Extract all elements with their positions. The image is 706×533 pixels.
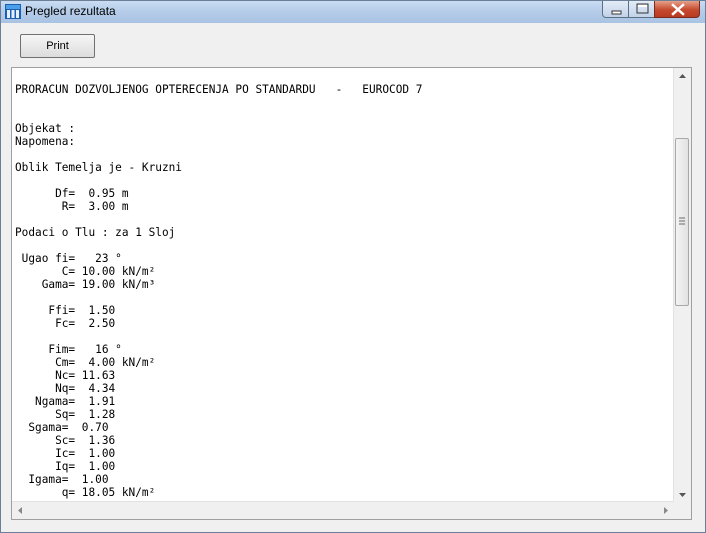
maximize-button[interactable]: [628, 1, 655, 18]
report-line: Sc= 1.36: [15, 434, 116, 447]
report-line: C= 10.00 kN/m²: [15, 265, 156, 278]
report-line: Fim= 16 °: [15, 343, 122, 356]
minimize-button[interactable]: [602, 1, 629, 18]
scrollbar-corner: [674, 502, 691, 519]
report-line: Ffi= 1.50: [15, 304, 116, 317]
report-line: Sgama= 0.70: [15, 421, 109, 434]
report-line: Igama= 1.00: [15, 473, 109, 486]
report-line: Ugao fi= 23 °: [15, 252, 122, 265]
vertical-scroll-thumb[interactable]: [675, 138, 689, 306]
report-text: PRORACUN DOZVOLJENOG OPTERECENJA PO STAN…: [15, 83, 422, 499]
report-line: Df= 0.95 m: [15, 187, 129, 200]
results-text-area[interactable]: PRORACUN DOZVOLJENOG OPTERECENJA PO STAN…: [11, 67, 692, 520]
close-icon: [671, 3, 685, 16]
window-title: Pregled rezultata: [25, 4, 116, 18]
results-window: Pregled rezultata Print PRORACUN DOZVOLJ…: [0, 0, 706, 533]
horizontal-scrollbar[interactable]: [12, 501, 674, 519]
report-line: Ic= 1.00: [15, 447, 116, 460]
report-line: Iq= 1.00: [15, 460, 116, 473]
report-line: Cm= 4.00 kN/m²: [15, 356, 156, 369]
report-line: Oblik Temelja je - Kruzni: [15, 161, 182, 174]
app-icon: [5, 4, 21, 19]
report-line: q= 18.05 kN/m²: [15, 486, 156, 499]
report-line: R= 3.00 m: [15, 200, 129, 213]
minimize-icon: [611, 10, 622, 15]
maximize-icon: [636, 3, 649, 14]
scroll-down-arrow-icon[interactable]: [674, 486, 691, 503]
report-line: Objekat :: [15, 122, 76, 135]
report-line: Gama= 19.00 kN/m³: [15, 278, 156, 291]
grip-icon: [679, 217, 685, 225]
scroll-left-arrow-icon[interactable]: [12, 502, 29, 519]
report-line: Nc= 11.63: [15, 369, 116, 382]
scroll-up-arrow-icon[interactable]: [674, 68, 691, 85]
title-bar[interactable]: Pregled rezultata: [1, 1, 705, 23]
report-line: Fc= 2.50: [15, 317, 116, 330]
close-button[interactable]: [654, 1, 700, 18]
report-line: PRORACUN DOZVOLJENOG OPTERECENJA PO STAN…: [15, 83, 423, 96]
vertical-scrollbar[interactable]: [673, 68, 691, 503]
report-line: Nq= 4.34: [15, 382, 116, 395]
report-line: Podaci o Tlu : za 1 Sloj: [15, 226, 176, 239]
print-button[interactable]: Print: [20, 34, 95, 58]
report-line: Ngama= 1.91: [15, 395, 116, 408]
scroll-right-arrow-icon[interactable]: [657, 502, 674, 519]
report-line: Napomena:: [15, 135, 76, 148]
report-line: Sq= 1.28: [15, 408, 116, 421]
